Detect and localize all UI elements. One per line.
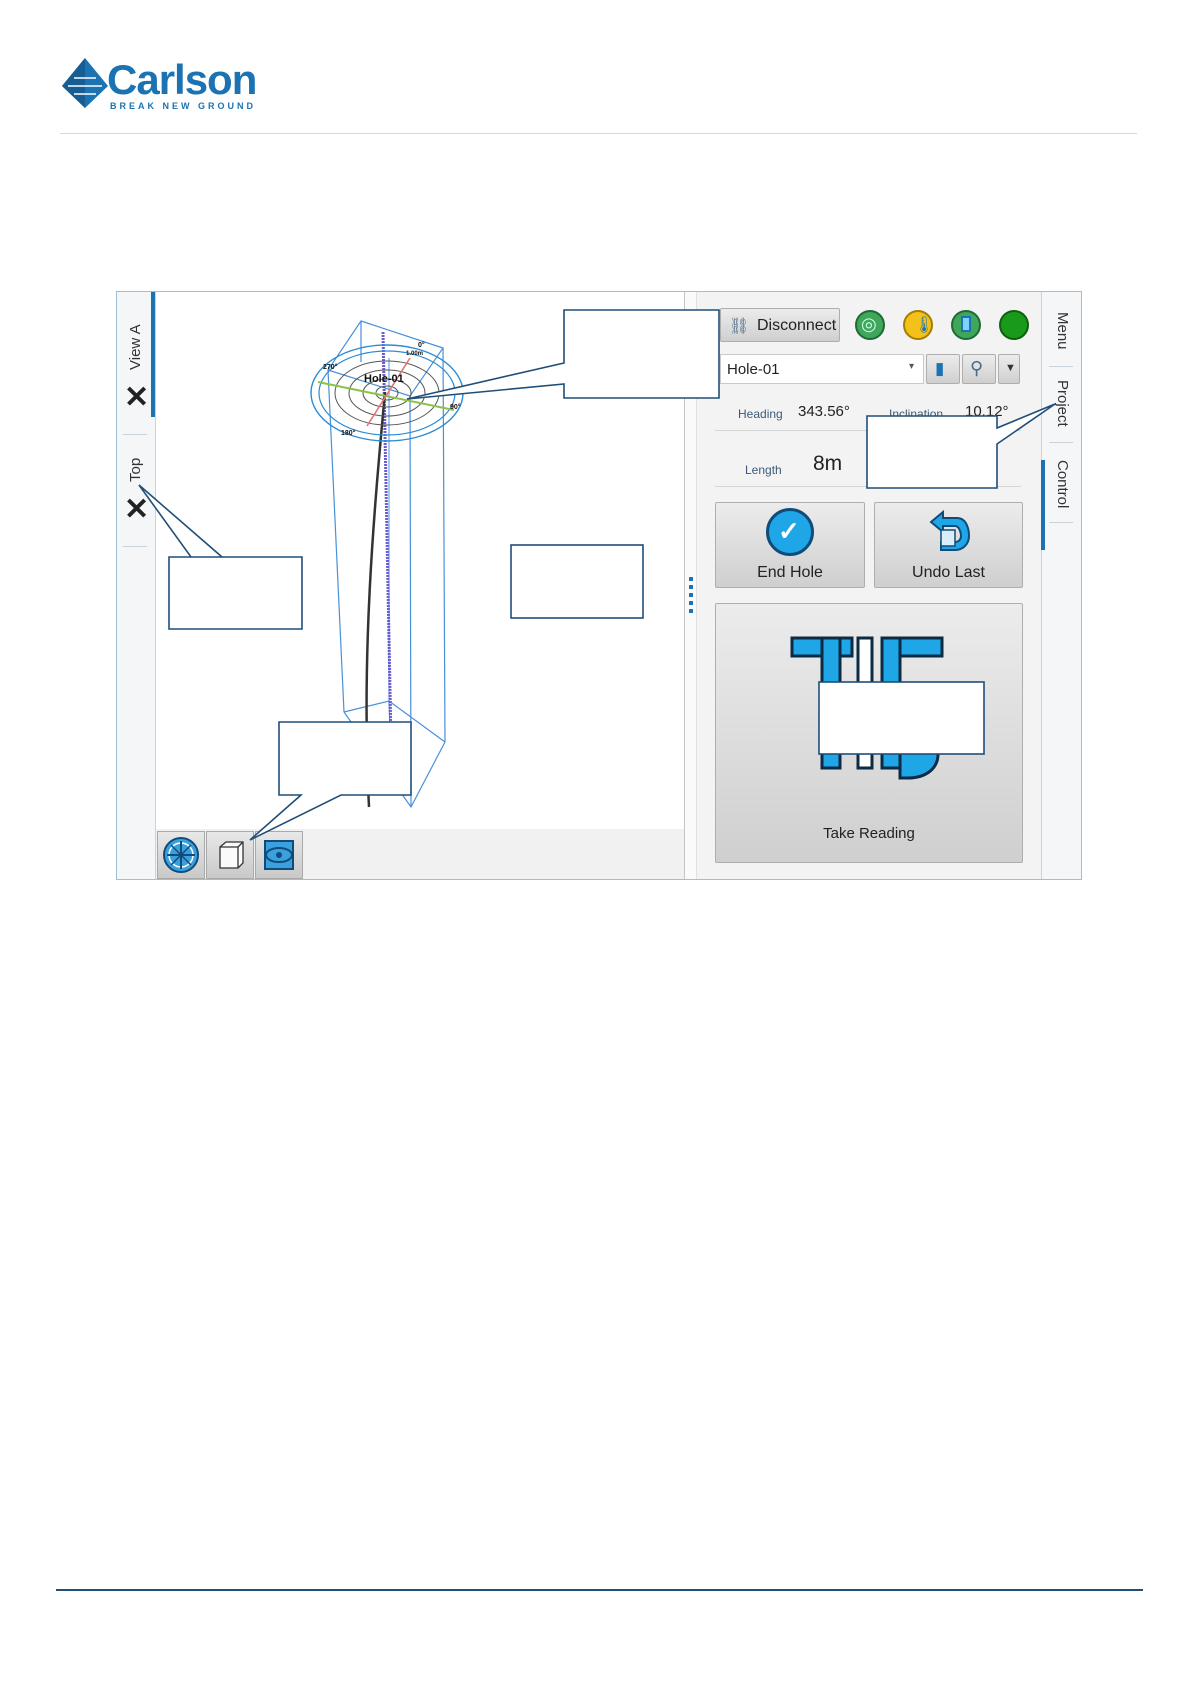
map-icon: ▮ <box>935 359 945 378</box>
undo-last-button[interactable]: Undo Last <box>874 502 1023 588</box>
tab-separator <box>1049 522 1073 523</box>
length-label: Length <box>745 463 782 477</box>
tab-view-a[interactable]: View A <box>127 324 144 370</box>
search-icon: ⚲ <box>970 358 984 378</box>
battery-icon[interactable] <box>951 310 981 340</box>
end-hole-label: End Hole <box>757 564 823 581</box>
orbit-view-icon <box>264 840 294 870</box>
compass-scale-label: 1.00m <box>406 351 424 357</box>
undo-icon <box>921 508 973 556</box>
hole-select[interactable]: Hole-01 ▾ <box>720 354 924 384</box>
orbit-icon[interactable]: ◎ <box>855 310 885 340</box>
thermometer-icon[interactable]: 🌡 <box>903 310 934 340</box>
tab-separator <box>1049 442 1073 443</box>
right-tab-active-indicator <box>1041 460 1045 550</box>
hole-select-value: Hole-01 <box>727 361 780 378</box>
disconnect-button[interactable]: ⛓ Disconnect <box>720 308 840 342</box>
tab-separator <box>123 546 147 547</box>
search-button[interactable]: ⚲ <box>962 354 996 384</box>
map-button[interactable]: ▮ <box>926 354 960 384</box>
compass-view-icon <box>163 837 199 873</box>
tab-project[interactable]: Project <box>1054 380 1071 427</box>
compass-rings <box>310 344 464 442</box>
hole-trace-line <box>365 391 387 808</box>
tab-control[interactable]: Control <box>1054 460 1071 508</box>
take-reading-button[interactable]: Take Reading <box>715 603 1023 863</box>
tab-menu[interactable]: Menu <box>1054 312 1071 350</box>
undo-last-label: Undo Last <box>912 564 985 581</box>
chevron-down-icon: ▼ <box>1005 362 1016 374</box>
compass-south-label: 180° <box>341 430 356 437</box>
compass-west-label: 270° <box>323 364 338 371</box>
top-view-button[interactable] <box>157 831 205 879</box>
take-reading-label: Take Reading <box>823 825 915 842</box>
link-icon: ⛓ <box>729 318 750 335</box>
end-hole-button[interactable]: ✓ End Hole <box>715 502 865 588</box>
compass-north-label: 0° <box>418 342 425 349</box>
close-view-a-icon[interactable]: ✕ <box>124 383 149 413</box>
orbit-view-button[interactable] <box>255 831 303 879</box>
chevron-down-icon: ▾ <box>909 361 915 372</box>
hole-label: Hole-01 <box>364 373 404 385</box>
footer-divider <box>56 1589 1143 1591</box>
carlson-logo-icon <box>62 58 108 108</box>
box-view-icon <box>219 841 244 869</box>
heading-label: Heading <box>738 407 783 421</box>
compass-east-label: 90° <box>450 404 461 411</box>
3d-view-button[interactable] <box>206 831 254 879</box>
check-icon: ✓ <box>766 508 814 556</box>
heading-value: 343.56° <box>798 403 850 420</box>
tab-separator <box>1049 366 1073 367</box>
hole-3d-viewport[interactable]: Hole-01 0° 1.00m 90° 180° 270° <box>156 292 684 879</box>
length-value: 8m <box>813 452 843 475</box>
connection-status-icon <box>999 310 1029 340</box>
left-tab-active-indicator <box>151 292 155 417</box>
hole-3d-drawing <box>310 320 464 809</box>
inclination-value: 10.12° <box>965 403 1009 420</box>
brand-tagline: BREAK NEW GROUND <box>110 101 256 111</box>
brand-name: Carlson <box>107 56 257 103</box>
more-options-button[interactable]: ▼ <box>998 354 1020 384</box>
close-top-icon[interactable]: ✕ <box>124 495 149 525</box>
disconnect-label: Disconnect <box>757 317 837 334</box>
header-divider <box>60 133 1137 134</box>
inclination-label: Inclination <box>889 407 944 421</box>
take-reading-icon <box>790 636 944 780</box>
app-screenshot: View A ✕ Top ✕ Hole-01 0° 1.00m 90° 180°… <box>116 291 1082 880</box>
tab-top[interactable]: Top <box>127 458 144 482</box>
tab-separator <box>123 434 147 435</box>
panel-splitter-handle[interactable] <box>684 292 697 879</box>
